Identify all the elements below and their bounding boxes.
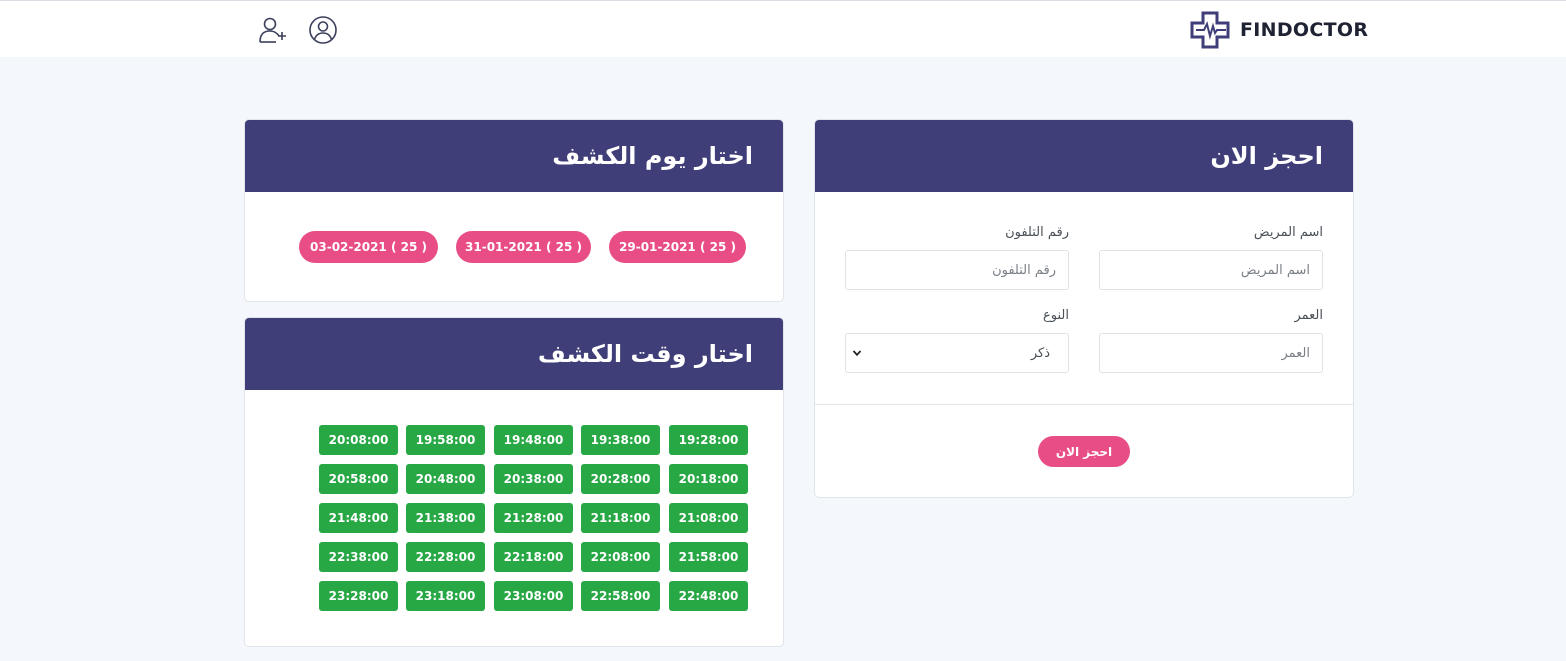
time-slot-button[interactable]: 20:08:00 — [319, 425, 398, 455]
gender-selected-value: ذكر — [1030, 346, 1050, 361]
phone-input[interactable] — [845, 250, 1069, 290]
time-slot-button[interactable]: 19:28:00 — [669, 425, 748, 455]
age-input[interactable] — [1099, 333, 1323, 373]
time-slot-button[interactable]: 22:08:00 — [581, 542, 660, 572]
time-slot-button[interactable]: 22:28:00 — [406, 542, 485, 572]
choose-time-header: اختار وقت الكشف — [245, 318, 783, 390]
patient-name-label: اسم المريض — [1253, 225, 1323, 240]
time-slot-button[interactable]: 21:08:00 — [669, 503, 748, 533]
day-button[interactable]: 29-01-2021 ( 25 ) — [609, 231, 746, 263]
time-slot-button[interactable]: 22:58:00 — [581, 581, 660, 611]
day-button[interactable]: 31-01-2021 ( 25 ) — [456, 231, 591, 263]
brand-name: FINDOCTOR — [1240, 19, 1369, 41]
time-slot-button[interactable]: 20:28:00 — [581, 464, 660, 494]
time-slot-button[interactable]: 23:18:00 — [406, 581, 485, 611]
booking-title: احجز الان — [1210, 142, 1323, 170]
chevron-down-icon — [852, 350, 862, 357]
time-slot-button[interactable]: 19:38:00 — [581, 425, 660, 455]
medical-cross-logo — [1190, 11, 1230, 49]
form-divider — [815, 404, 1353, 405]
time-slot-button[interactable]: 21:18:00 — [581, 503, 660, 533]
choose-time-card: اختار وقت الكشف 19:28:00 19:38:00 19:48:00… — [244, 317, 784, 647]
choose-time-title: اختار وقت الكشف — [537, 340, 753, 368]
choose-day-card: اختار يوم الكشف 29-01-2021 ( 25 ) 31-01-… — [244, 119, 784, 302]
gender-label: النوع — [1043, 308, 1069, 323]
time-slot-button[interactable]: 22:18:00 — [494, 542, 573, 572]
time-slot-button[interactable]: 20:38:00 — [494, 464, 573, 494]
patient-name-input[interactable] — [1099, 250, 1323, 290]
booking-card-header: احجز الان — [815, 120, 1353, 192]
time-slot-button[interactable]: 23:08:00 — [494, 581, 573, 611]
time-slot-button[interactable]: 23:28:00 — [319, 581, 398, 611]
booking-card: احجز الان اسم المريض رقم التلفون العمر ا… — [814, 119, 1354, 498]
phone-label: رقم التلفون — [1005, 225, 1069, 240]
time-slot-button[interactable]: 20:48:00 — [406, 464, 485, 494]
time-slot-button[interactable]: 21:58:00 — [669, 542, 748, 572]
time-slot-button[interactable]: 20:58:00 — [319, 464, 398, 494]
time-slot-button[interactable]: 21:28:00 — [494, 503, 573, 533]
choose-day-header: اختار يوم الكشف — [245, 120, 783, 192]
book-now-button[interactable]: احجز الان — [1038, 436, 1130, 467]
user-circle-icon[interactable] — [308, 15, 338, 45]
time-slot-button[interactable]: 21:48:00 — [319, 503, 398, 533]
day-button[interactable]: 03-02-2021 ( 25 ) — [299, 231, 438, 263]
time-slot-button[interactable]: 19:48:00 — [494, 425, 573, 455]
choose-day-title: اختار يوم الكشف — [552, 142, 753, 170]
time-slot-button[interactable]: 20:18:00 — [669, 464, 748, 494]
time-slot-button[interactable]: 19:58:00 — [406, 425, 485, 455]
top-navbar: FINDOCTOR — [0, 0, 1566, 57]
time-slot-button[interactable]: 22:38:00 — [319, 542, 398, 572]
user-plus-icon[interactable] — [258, 15, 288, 45]
brand-logo[interactable]: FINDOCTOR — [1190, 11, 1368, 49]
time-slot-button[interactable]: 22:48:00 — [669, 581, 748, 611]
age-label: العمر — [1294, 308, 1323, 323]
time-slot-button[interactable]: 21:38:00 — [406, 503, 485, 533]
gender-select[interactable]: ذكر — [845, 333, 1069, 373]
